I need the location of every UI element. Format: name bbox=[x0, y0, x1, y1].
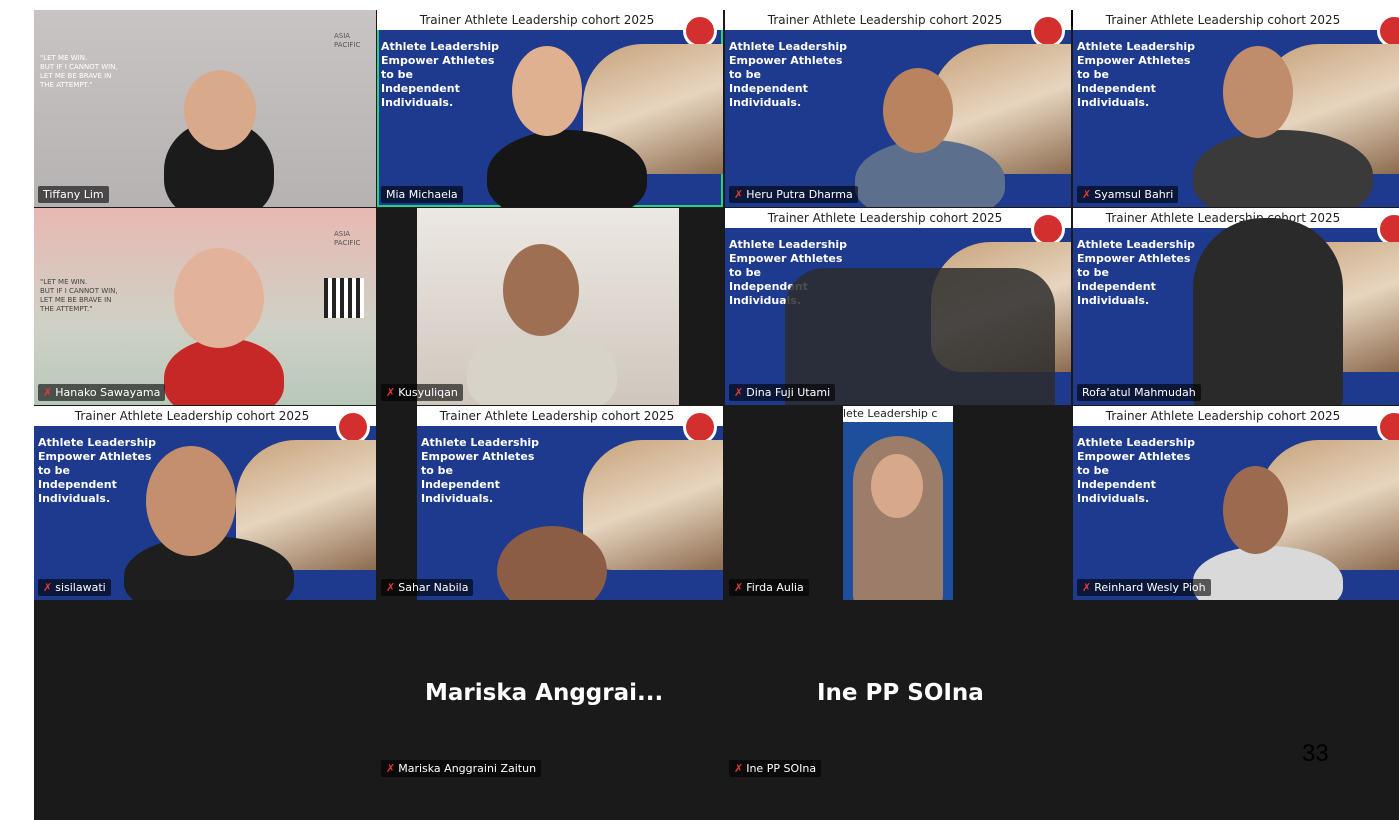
banner-slogan: Athlete Leadership Empower Athletes to be I… bbox=[1077, 40, 1196, 109]
banner-slogan: Athlete Leadership Empower Athletes to be I… bbox=[1077, 238, 1196, 307]
muted-mic-icon: ✗ bbox=[734, 581, 744, 594]
qr-code bbox=[324, 278, 364, 318]
video-tile-heru[interactable]: Trainer Athlete Leadership cohort 2025 A… bbox=[725, 10, 1071, 207]
participant-video bbox=[164, 338, 284, 405]
special-olympics-logo bbox=[683, 410, 717, 444]
banner-photo bbox=[583, 440, 723, 570]
banner-title: Trainer Athlete Leadership cohort 2025 bbox=[417, 406, 723, 426]
special-olympics-logo bbox=[1031, 14, 1065, 48]
banner-title: Trainer Athlete Leadership cohort 2025 bbox=[1073, 10, 1399, 30]
participant-face bbox=[1223, 466, 1288, 554]
video-tile-syamsul[interactable]: Trainer Athlete Leadership cohort 2025 A… bbox=[1073, 10, 1399, 207]
special-olympics-logo bbox=[1377, 212, 1399, 246]
participant-face bbox=[503, 244, 579, 336]
audio-only-tile-mariska[interactable]: Mariska Anggrai... ✗ Mariska Anggraini Za… bbox=[377, 602, 723, 797]
muted-mic-icon: ✗ bbox=[734, 386, 744, 399]
partial-banner-title: lete Leadership c bbox=[843, 406, 953, 422]
participant-name-tag: ✗ Syamsul Bahri bbox=[1077, 186, 1179, 203]
participant-display-name: Ine PP SOIna bbox=[817, 680, 984, 706]
muted-mic-icon: ✗ bbox=[386, 386, 396, 399]
poster-quote: "LET ME WIN. BUT IF I CANNOT WIN, LET ME B… bbox=[40, 278, 118, 313]
banner-slogan: Athlete Leadership Empower Athletes to be I… bbox=[1077, 436, 1196, 505]
participant-face bbox=[871, 454, 923, 518]
participant-name-tag: Rofa'atul Mahmudah bbox=[1077, 384, 1201, 401]
banner-title: Trainer Athlete Leadership cohort 2025 bbox=[1073, 406, 1399, 426]
banner-title: Trainer Athlete Leadership cohort 2025 bbox=[725, 10, 1071, 30]
video-tile-hanako[interactable]: "LET ME WIN. BUT IF I CANNOT WIN, LET ME B… bbox=[34, 208, 376, 405]
participant-name-tag: ✗ Ine PP SOIna bbox=[729, 760, 822, 777]
muted-mic-icon: ✗ bbox=[1082, 581, 1092, 594]
video-tile-tiffany[interactable]: "LET ME WIN. BUT IF I CANNOT WIN, LET ME B… bbox=[34, 10, 376, 207]
participant-name-tag: ✗ Reinhard Wesly Pioh bbox=[1077, 579, 1211, 596]
special-olympics-logo bbox=[1377, 14, 1399, 48]
video-tile-mia[interactable]: Trainer Athlete Leadership cohort 2025 A… bbox=[377, 10, 723, 207]
poster-asia-label: ASIA PACIFIC bbox=[334, 230, 361, 247]
special-olympics-logo bbox=[336, 410, 370, 444]
muted-mic-icon: ✗ bbox=[734, 188, 744, 201]
participant-face bbox=[146, 446, 236, 556]
banner-slogan: Athlete Leadership Empower Athletes to be I… bbox=[421, 436, 540, 505]
muted-mic-icon: ✗ bbox=[1082, 188, 1092, 201]
participant-face bbox=[184, 70, 256, 150]
video-tile-reinhard[interactable]: Trainer Athlete Leadership cohort 2025 A… bbox=[1073, 406, 1399, 600]
participant-name-tag: Mia Michaela bbox=[381, 186, 463, 203]
participant-name-tag: ✗ sisilawati bbox=[38, 579, 111, 596]
banner-title: Trainer Athlete Leadership cohort 2025 bbox=[377, 10, 723, 30]
participant-face bbox=[883, 68, 953, 153]
participant-name-tag: ✗ Hanako Sawayama bbox=[38, 384, 166, 401]
muted-mic-icon: ✗ bbox=[386, 762, 396, 775]
video-tile-sisilawati[interactable]: Trainer Athlete Leadership cohort 2025 A… bbox=[34, 406, 376, 600]
banner-slogan: Athlete Leadership Empower Athletes to be I… bbox=[381, 40, 500, 109]
participant-video bbox=[1193, 218, 1343, 405]
muted-mic-icon: ✗ bbox=[734, 762, 744, 775]
participant-name-tag: ✗ Dina Fuji Utami bbox=[729, 384, 836, 401]
muted-mic-icon: ✗ bbox=[386, 581, 396, 594]
special-olympics-logo bbox=[1031, 212, 1065, 246]
participant-name-tag: ✗ Heru Putra Dharma bbox=[729, 186, 858, 203]
participant-name-tag: Tiffany Lim bbox=[38, 186, 109, 203]
video-tile-firda[interactable]: lete Leadership c ✗ Firda Aulia bbox=[725, 406, 1071, 600]
participant-face bbox=[1223, 46, 1293, 138]
video-tile-kusyuliqan[interactable]: ✗ Kusyuliqan bbox=[377, 208, 723, 405]
banner-slogan: Athlete Leadership Empower Athletes to be I… bbox=[729, 40, 848, 109]
poster-quote: "LET ME WIN. BUT IF I CANNOT WIN, LET ME B… bbox=[40, 54, 118, 89]
participant-display-name: Mariska Anggrai... bbox=[425, 680, 664, 706]
banner-title: Trainer Athlete Leadership cohort 2025 bbox=[725, 208, 1071, 228]
meeting-gallery: "LET ME WIN. BUT IF I CANNOT WIN, LET ME B… bbox=[34, 10, 1399, 820]
slide-number: 33 bbox=[1302, 740, 1329, 767]
special-olympics-logo bbox=[683, 14, 717, 48]
audio-only-tile-ine[interactable]: Ine PP SOIna ✗ Ine PP SOIna bbox=[725, 602, 1071, 797]
banner-slogan: Athlete Leadership Empower Athletes to be I… bbox=[38, 436, 157, 505]
special-olympics-logo bbox=[1377, 410, 1399, 444]
black-edge bbox=[377, 406, 417, 600]
participant-name-tag: ✗ Sahar Nabila bbox=[381, 579, 474, 596]
banner-title: Trainer Athlete Leadership cohort 2025 bbox=[34, 406, 376, 426]
muted-mic-icon: ✗ bbox=[43, 581, 53, 594]
participant-name-tag: ✗ Mariska Anggraini Zaitun bbox=[381, 760, 542, 777]
participant-name-tag: ✗ Kusyuliqan bbox=[381, 384, 463, 401]
participant-face bbox=[512, 46, 582, 136]
video-tile-sahar[interactable]: Trainer Athlete Leadership cohort 2025 A… bbox=[377, 406, 723, 600]
muted-mic-icon: ✗ bbox=[43, 386, 53, 399]
video-tile-dina[interactable]: Trainer Athlete Leadership cohort 2025 A… bbox=[725, 208, 1071, 405]
participant-face bbox=[174, 248, 264, 348]
participant-name-tag: ✗ Firda Aulia bbox=[729, 579, 809, 596]
video-tile-rofaatul[interactable]: Trainer Athlete Leadership cohort 2025 A… bbox=[1073, 208, 1399, 405]
poster-asia-label: ASIA PACIFIC bbox=[334, 32, 361, 49]
